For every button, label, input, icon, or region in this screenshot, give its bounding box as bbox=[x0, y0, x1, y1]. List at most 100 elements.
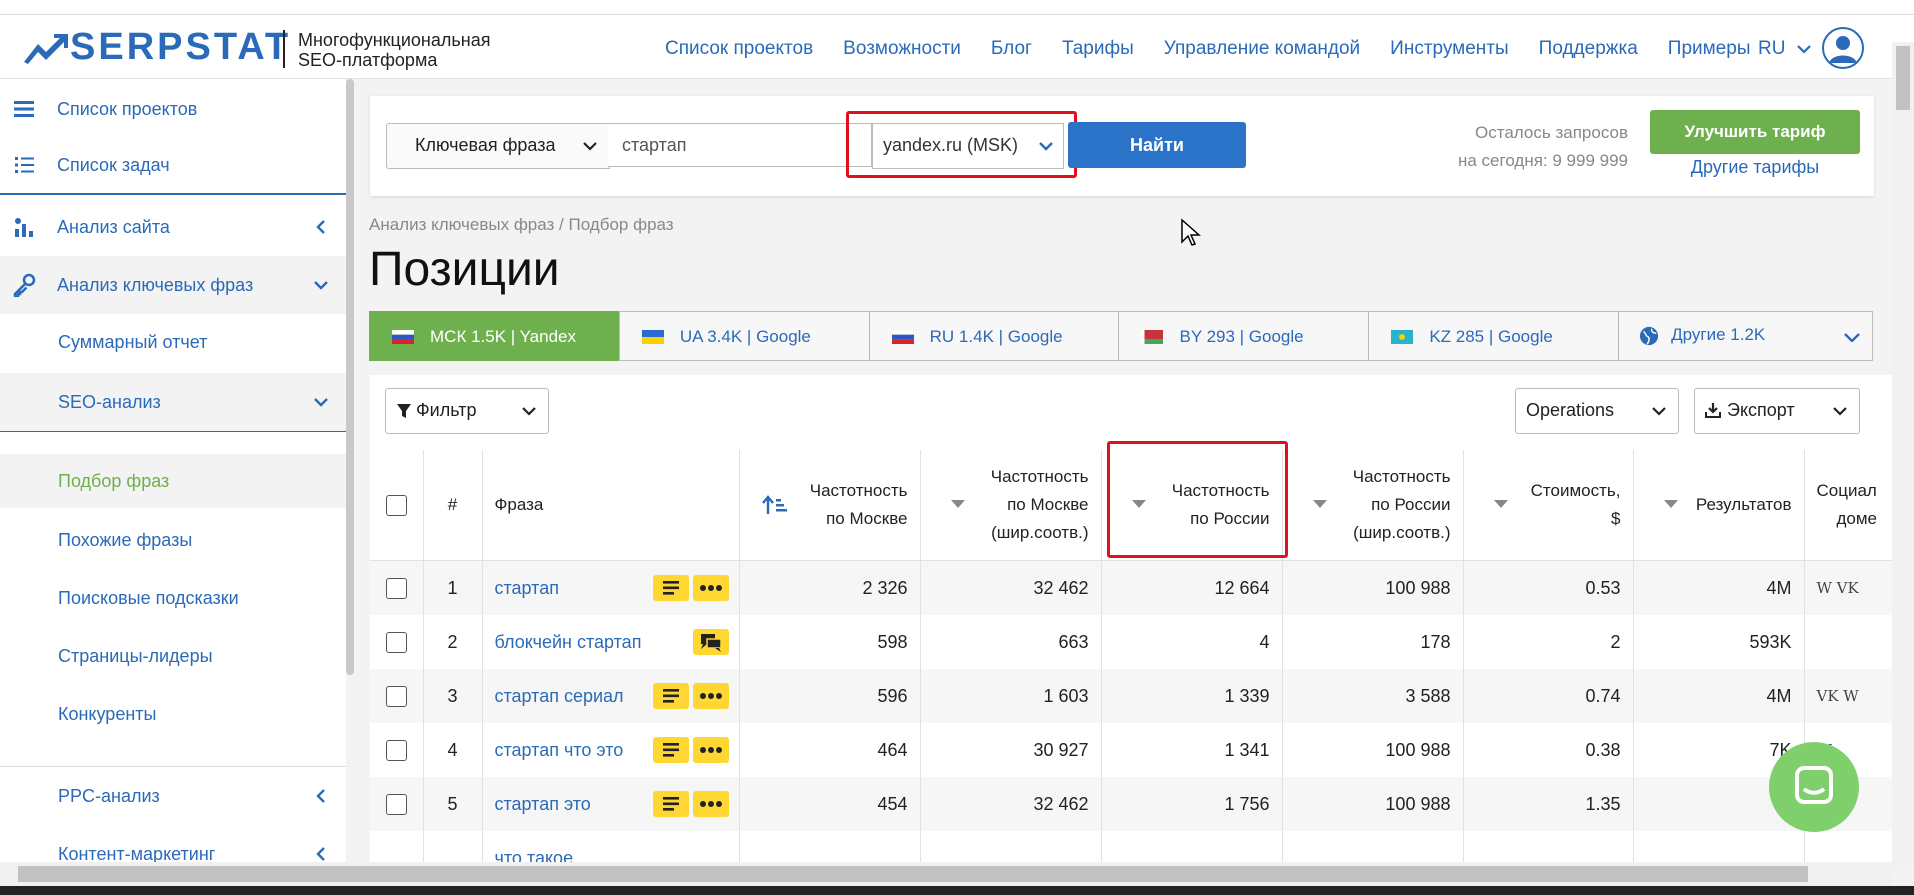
phrase-link[interactable]: стартап что это bbox=[495, 740, 624, 760]
row-checkbox[interactable] bbox=[385, 631, 407, 653]
freq-russia-cell: 1 339 bbox=[1100, 669, 1282, 723]
logo-text[interactable]: SERPSTAT bbox=[70, 26, 291, 69]
other-plans-link[interactable]: Другие тарифы bbox=[1650, 157, 1860, 178]
sidebar-item-projects[interactable]: Список проектов bbox=[0, 93, 346, 125]
chevron-down-icon bbox=[314, 281, 328, 290]
col-cost[interactable]: Стоимость, $ bbox=[1462, 450, 1633, 561]
col-results[interactable]: Результатов bbox=[1632, 450, 1804, 561]
phrase-link[interactable]: блокчейн стартап bbox=[495, 632, 642, 652]
chevron-left-icon bbox=[316, 220, 325, 234]
freq-russia-cell: 4 bbox=[1100, 615, 1282, 669]
col-phrase[interactable]: Фраза bbox=[481, 450, 739, 561]
table-row[interactable]: 3 стартап сериал 596 1 603 1 339 3 588 0.74 4M V… bbox=[370, 669, 1892, 723]
filter-button[interactable]: Фильтр bbox=[385, 388, 549, 434]
sidebar-item-competitors[interactable]: Конкуренты bbox=[0, 698, 346, 730]
nav-examples[interactable]: Примеры bbox=[1668, 38, 1751, 60]
nav-support[interactable]: Поддержка bbox=[1539, 38, 1638, 60]
freq-moscow-broad-cell: 30 927 bbox=[919, 723, 1101, 777]
site-analysis-icon bbox=[15, 218, 33, 237]
table-row[interactable]: 1 стартап 2 326 32 462 12 664 100 988 0.53 4M W … bbox=[370, 560, 1892, 615]
sidebar-item-seo-analysis[interactable]: SEO-анализ bbox=[0, 373, 346, 431]
phrase-badges bbox=[649, 791, 729, 817]
tab-ru-google[interactable]: RU 1.4K | Google bbox=[868, 311, 1120, 361]
tab-other-regions[interactable]: Другие 1.2K bbox=[1618, 311, 1873, 361]
sidebar-item-summary-report[interactable]: Суммарный отчет bbox=[0, 326, 346, 358]
sidebar-item-similar-phrases[interactable]: Похожие фразы bbox=[0, 524, 346, 556]
logo-divider bbox=[283, 30, 285, 68]
sidebar-item-site-analysis[interactable]: Анализ сайта bbox=[0, 209, 346, 245]
cost-cell: 0.38 bbox=[1462, 723, 1633, 777]
text-lines-badge-icon[interactable] bbox=[652, 791, 689, 817]
sidebar-item-tasks[interactable]: Список задач bbox=[0, 149, 346, 181]
nav-tools[interactable]: Инструменты bbox=[1390, 38, 1508, 60]
page-vertical-scrollbar[interactable] bbox=[1892, 42, 1914, 870]
text-lines-badge-icon[interactable] bbox=[652, 575, 689, 601]
table-row[interactable]: 5 стартап это 454 32 462 1 756 100 988 1.35 bbox=[370, 777, 1892, 831]
more-dots-badge-icon[interactable] bbox=[692, 683, 729, 709]
phrase-cell: стартап bbox=[481, 560, 739, 615]
chat-launcher-button[interactable] bbox=[1769, 742, 1859, 832]
horizontal-scroll-thumb[interactable] bbox=[18, 866, 1808, 882]
operations-button[interactable]: Operations bbox=[1515, 388, 1679, 434]
row-checkbox[interactable] bbox=[385, 685, 407, 707]
text-lines-badge-icon[interactable] bbox=[652, 737, 689, 763]
text-lines-badge-icon[interactable] bbox=[652, 683, 689, 709]
table-row[interactable]: 2 блокчейн стартап 598 663 4 178 2 593K bbox=[370, 615, 1892, 669]
row-checkbox[interactable] bbox=[385, 793, 407, 815]
phrase-link[interactable]: стартап bbox=[495, 578, 559, 598]
row-number: 5 bbox=[422, 777, 482, 831]
upgrade-plan-button[interactable]: Улучшить тариф bbox=[1650, 110, 1860, 154]
phrase-cell: стартап это bbox=[481, 777, 739, 831]
col-social[interactable]: Социал доме bbox=[1803, 450, 1892, 561]
chat-badge-icon[interactable] bbox=[692, 629, 729, 655]
language-selector[interactable]: RU bbox=[1758, 38, 1811, 60]
tab-by-google[interactable]: BY 293 | Google bbox=[1118, 311, 1370, 361]
serpstat-logo-icon[interactable] bbox=[24, 34, 68, 64]
phrase-badges bbox=[649, 575, 729, 601]
freq-moscow-cell: 2 326 bbox=[738, 560, 920, 615]
header-line: доме bbox=[1836, 509, 1878, 528]
row-checkbox-cell bbox=[370, 777, 423, 831]
tab-msk-yandex[interactable]: МСК 1.5K | Yandex bbox=[369, 311, 620, 361]
search-type-select[interactable]: Ключевая фраза bbox=[386, 123, 610, 169]
freq-russia-broad-cell: 178 bbox=[1281, 615, 1463, 669]
export-button[interactable]: Экспорт bbox=[1694, 388, 1860, 434]
sidebar-scrollbar[interactable] bbox=[346, 79, 354, 675]
col-number[interactable]: # bbox=[422, 450, 482, 561]
nav-team[interactable]: Управление командой bbox=[1164, 38, 1360, 60]
task-list-icon bbox=[15, 157, 34, 173]
nav-projects[interactable]: Список проектов bbox=[665, 38, 813, 60]
phrase-link[interactable]: стартап это bbox=[495, 794, 591, 814]
col-freq-moscow-broad[interactable]: Частотность по Москве (шир.соотв.) bbox=[919, 450, 1101, 561]
more-dots-badge-icon[interactable] bbox=[692, 791, 729, 817]
tab-kz-google[interactable]: KZ 285 | Google bbox=[1368, 311, 1620, 361]
more-dots-badge-icon[interactable] bbox=[692, 737, 729, 763]
nav-features[interactable]: Возможности bbox=[843, 38, 961, 60]
sidebar-item-search-suggestions[interactable]: Поисковые подсказки bbox=[0, 582, 346, 614]
sidebar-item-keyword-analysis[interactable]: Анализ ключевых фраз bbox=[0, 256, 346, 314]
page-scroll-thumb[interactable] bbox=[1896, 46, 1910, 110]
page-title: Позиции bbox=[369, 243, 560, 296]
nav-blog[interactable]: Блог bbox=[991, 38, 1032, 60]
keyword-input[interactable] bbox=[608, 123, 872, 167]
table-row[interactable]: 4 стартап что это 464 30 927 1 341 100 988 0.3… bbox=[370, 723, 1892, 777]
download-icon bbox=[1705, 403, 1721, 418]
col-freq-russia-broad[interactable]: Частотность по России (шир.соотв.) bbox=[1281, 450, 1463, 561]
sidebar-divider bbox=[0, 766, 346, 767]
find-button[interactable]: Найти bbox=[1068, 122, 1246, 168]
select-all-checkbox[interactable] bbox=[385, 495, 407, 517]
more-dots-badge-icon[interactable] bbox=[692, 575, 729, 601]
sidebar-item-phrase-selection[interactable]: Подбор фраз bbox=[0, 454, 346, 508]
row-checkbox[interactable] bbox=[385, 739, 407, 761]
user-avatar[interactable] bbox=[1822, 27, 1864, 69]
phrase-link[interactable]: стартап сериал bbox=[495, 686, 624, 706]
bottom-dark-bar bbox=[0, 886, 1914, 895]
row-checkbox[interactable] bbox=[385, 577, 407, 599]
sidebar-item-top-pages[interactable]: Страницы-лидеры bbox=[0, 640, 346, 672]
social-cell: W VK bbox=[1803, 560, 1892, 615]
nav-pricing[interactable]: Тарифы bbox=[1062, 38, 1134, 60]
tab-ua-google[interactable]: UA 3.4K | Google bbox=[618, 311, 870, 361]
results-cell: 4M bbox=[1632, 560, 1804, 615]
col-freq-moscow[interactable]: Частотность по Москве bbox=[738, 450, 920, 561]
sidebar-item-ppc-analysis[interactable]: PPC-анализ bbox=[0, 779, 346, 813]
